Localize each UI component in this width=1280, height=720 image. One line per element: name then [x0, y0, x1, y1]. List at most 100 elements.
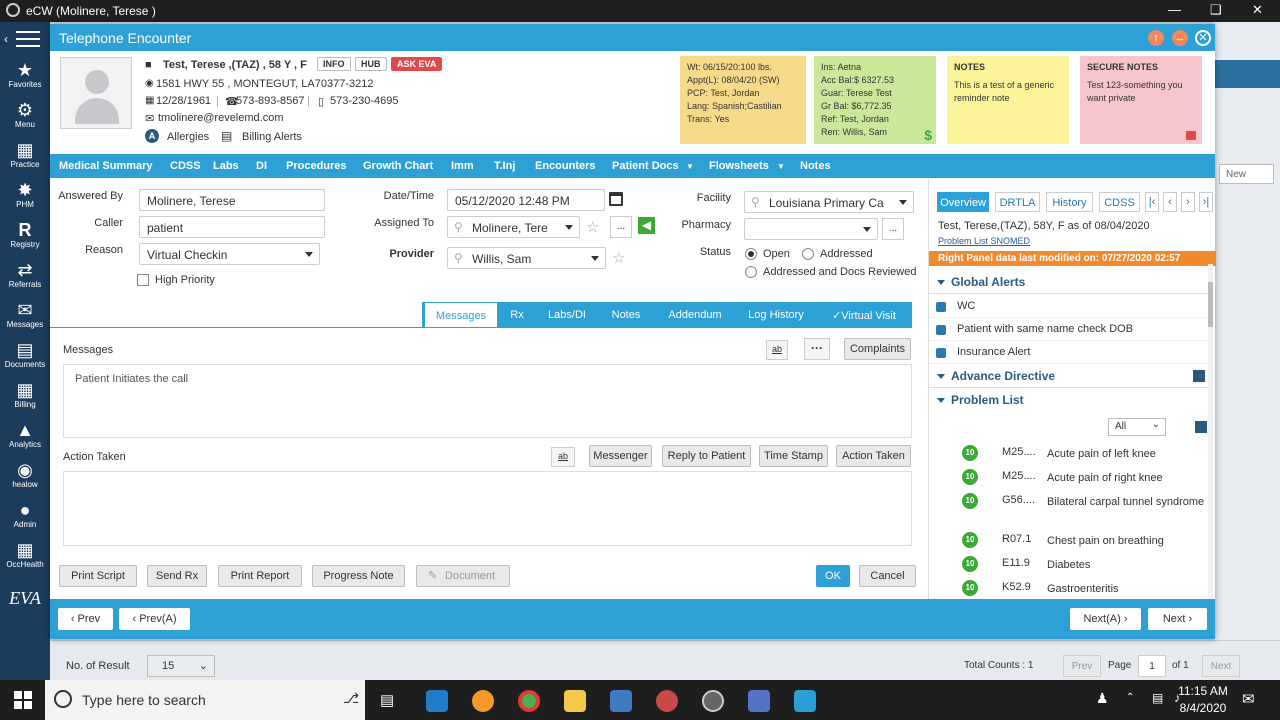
print-report-button[interactable]: Print Report	[218, 565, 302, 587]
nav-tinj[interactable]: T.Inj	[494, 160, 515, 172]
hamburger-menu-icon[interactable]	[16, 31, 40, 47]
notes-sticky[interactable]: NOTES This is a test of a generic remind…	[947, 56, 1069, 144]
problem-row[interactable]: 10 K52.9 Gastroenteritis	[929, 580, 1209, 599]
vitals-sticky[interactable]: Wt: 06/15/20:100 lbs. Appt(L): 08/04/20 …	[680, 56, 806, 144]
star-icon[interactable]: ☆	[612, 249, 625, 267]
next-a-button[interactable]: Next(A) ›	[1070, 608, 1141, 630]
app-icon[interactable]	[656, 690, 678, 712]
collapse-chevron-icon[interactable]: ‹	[4, 32, 8, 46]
secure-notes-sticky[interactable]: SECURE NOTES Test 123-something you want…	[1080, 56, 1202, 144]
sidebar-item-messages[interactable]: ✉ Messages	[0, 300, 50, 329]
taskbar-search[interactable]: Type here to search ⎇	[45, 680, 365, 720]
sidebar-item-billing[interactable]: ▦ Billing	[0, 380, 50, 409]
new-button[interactable]: New	[1219, 164, 1274, 184]
nav-growth-chart[interactable]: Growth Chart	[363, 160, 433, 172]
reply-to-patient-button[interactable]: Reply to Patient	[662, 445, 751, 467]
taskbar-time[interactable]: 11:15 AM	[1178, 684, 1228, 698]
prev-page-icon[interactable]: ‹	[1163, 192, 1177, 212]
edge-icon[interactable]	[426, 690, 448, 712]
notifications-icon[interactable]: ✉	[1242, 690, 1255, 708]
messages-textarea[interactable]: Patient Initiates the call	[63, 364, 912, 438]
cancel-button[interactable]: Cancel	[859, 565, 916, 587]
last-page-icon[interactable]: ›|	[1199, 192, 1213, 212]
maximize-button[interactable]: ❑	[1210, 2, 1222, 18]
alert-item[interactable]: WC	[929, 296, 1209, 318]
action-taken-textarea[interactable]	[63, 471, 912, 546]
people-icon[interactable]: ♟	[1096, 690, 1109, 707]
sidebar-item-referrals[interactable]: ⇄ Referrals	[0, 260, 50, 289]
next-page-icon[interactable]: ›	[1181, 192, 1195, 212]
close-window-button[interactable]: ✕	[1252, 2, 1263, 18]
minimize-section-icon[interactable]	[1193, 370, 1205, 382]
app-icon[interactable]	[610, 690, 632, 712]
billing-alerts-link[interactable]: Billing Alerts	[242, 131, 302, 143]
tab-notes[interactable]: Notes	[605, 302, 647, 328]
nav-flowsheets[interactable]: Flowsheets	[709, 160, 769, 172]
advance-directive-header[interactable]: Advance Directive	[929, 366, 1209, 388]
rtab-drtla[interactable]: DRTLA	[995, 192, 1040, 212]
network-icon[interactable]: ▤	[1152, 691, 1163, 705]
minimize-button[interactable]: —	[1168, 2, 1181, 17]
nav-medical-summary[interactable]: Medical Summary	[59, 160, 153, 172]
high-priority-checkbox[interactable]	[137, 274, 149, 286]
sidebar-item-phm[interactable]: ✸ PHM	[0, 180, 50, 209]
right-panel-scrollbar[interactable]	[1208, 264, 1213, 599]
pharmacy-select[interactable]	[744, 218, 878, 240]
prev-a-button[interactable]: ‹ Prev(A)	[119, 608, 190, 630]
problem-filter-select[interactable]: All ⌄	[1108, 418, 1166, 436]
tab-rx[interactable]: Rx	[502, 302, 532, 328]
ecw-taskbar-icon[interactable]	[702, 690, 724, 712]
messenger-button[interactable]: Messenger	[589, 445, 652, 467]
patient-name[interactable]: Test, Terese ,(TAZ) , 58 Y , F	[163, 59, 307, 71]
star-icon[interactable]: ☆	[586, 218, 599, 236]
taskbar-date[interactable]: 8/4/2020	[1178, 701, 1228, 715]
problem-list-snomed-link[interactable]: Problem List SNOMED	[938, 236, 1030, 246]
nav-cdss[interactable]: CDSS	[170, 160, 201, 172]
provider-select[interactable]: ⚲ Willis, Sam	[447, 247, 606, 269]
document-button[interactable]: ✎ Document	[416, 565, 510, 587]
spellcheck-icon[interactable]: ab	[766, 340, 788, 360]
no-of-result-select[interactable]: 15 ⌄	[147, 655, 215, 677]
global-alerts-header[interactable]: Global Alerts	[929, 272, 1209, 294]
bg-next-button[interactable]: Next	[1202, 655, 1240, 677]
snowflake-icon[interactable]	[794, 690, 816, 712]
send-rx-button[interactable]: Send Rx	[147, 565, 207, 587]
time-stamp-button[interactable]: Time Stamp	[759, 445, 828, 467]
prev-button[interactable]: ‹ Prev	[58, 608, 113, 630]
status-reviewed-radio[interactable]	[745, 266, 757, 278]
page-input[interactable]: 1	[1138, 655, 1166, 677]
microphone-icon[interactable]: ⎇	[343, 690, 359, 707]
sidebar-item-registry[interactable]: R Registry	[0, 220, 50, 249]
sidebar-item-admin[interactable]: ● Admin	[0, 500, 50, 529]
alert-item[interactable]: Insurance Alert	[929, 342, 1209, 364]
sidebar-item-occhealth[interactable]: ▦ OccHealth	[0, 540, 50, 569]
rtab-overview[interactable]: Overview	[937, 192, 989, 212]
nav-imm[interactable]: Imm	[451, 160, 474, 172]
rtab-history[interactable]: History	[1046, 192, 1093, 212]
hub-button[interactable]: HUB	[355, 57, 387, 71]
progress-note-button[interactable]: Progress Note	[312, 565, 405, 587]
tab-addendum[interactable]: Addendum	[662, 302, 728, 328]
close-icon[interactable]: ✕	[1195, 30, 1211, 46]
calendar-icon[interactable]	[609, 192, 623, 206]
ask-eva-button[interactable]: ASK EVA	[391, 57, 443, 71]
arrow-left-icon[interactable]: ←	[1172, 30, 1188, 46]
minimize-section-icon[interactable]	[1195, 421, 1207, 433]
chrome-icon[interactable]	[518, 690, 540, 712]
nav-patient-docs[interactable]: Patient Docs	[612, 160, 679, 172]
nav-di[interactable]: DI	[256, 160, 267, 172]
problem-list-header[interactable]: Problem List	[929, 390, 1209, 412]
sidebar-item-documents[interactable]: ▤ Documents	[0, 340, 50, 369]
spellcheck-icon[interactable]: ab	[551, 447, 575, 467]
facility-select[interactable]: ⚲ Louisiana Primary Ca	[744, 191, 914, 213]
nav-notes[interactable]: Notes	[800, 160, 831, 172]
ok-button[interactable]: OK	[816, 565, 850, 587]
tab-virtual-visit[interactable]: ✓Virtual Visit	[824, 302, 904, 328]
datetime-input[interactable]: 05/12/2020 12:48 PM	[447, 189, 605, 211]
sidebar-item-practice[interactable]: ▦ Practice	[0, 140, 50, 169]
rtab-cdss[interactable]: CDSS	[1099, 192, 1140, 212]
assigned-more-button[interactable]: ...	[610, 216, 632, 238]
nav-encounters[interactable]: Encounters	[535, 160, 596, 172]
bg-prev-button[interactable]: Prev	[1063, 655, 1101, 677]
status-open-radio[interactable]	[745, 248, 757, 260]
